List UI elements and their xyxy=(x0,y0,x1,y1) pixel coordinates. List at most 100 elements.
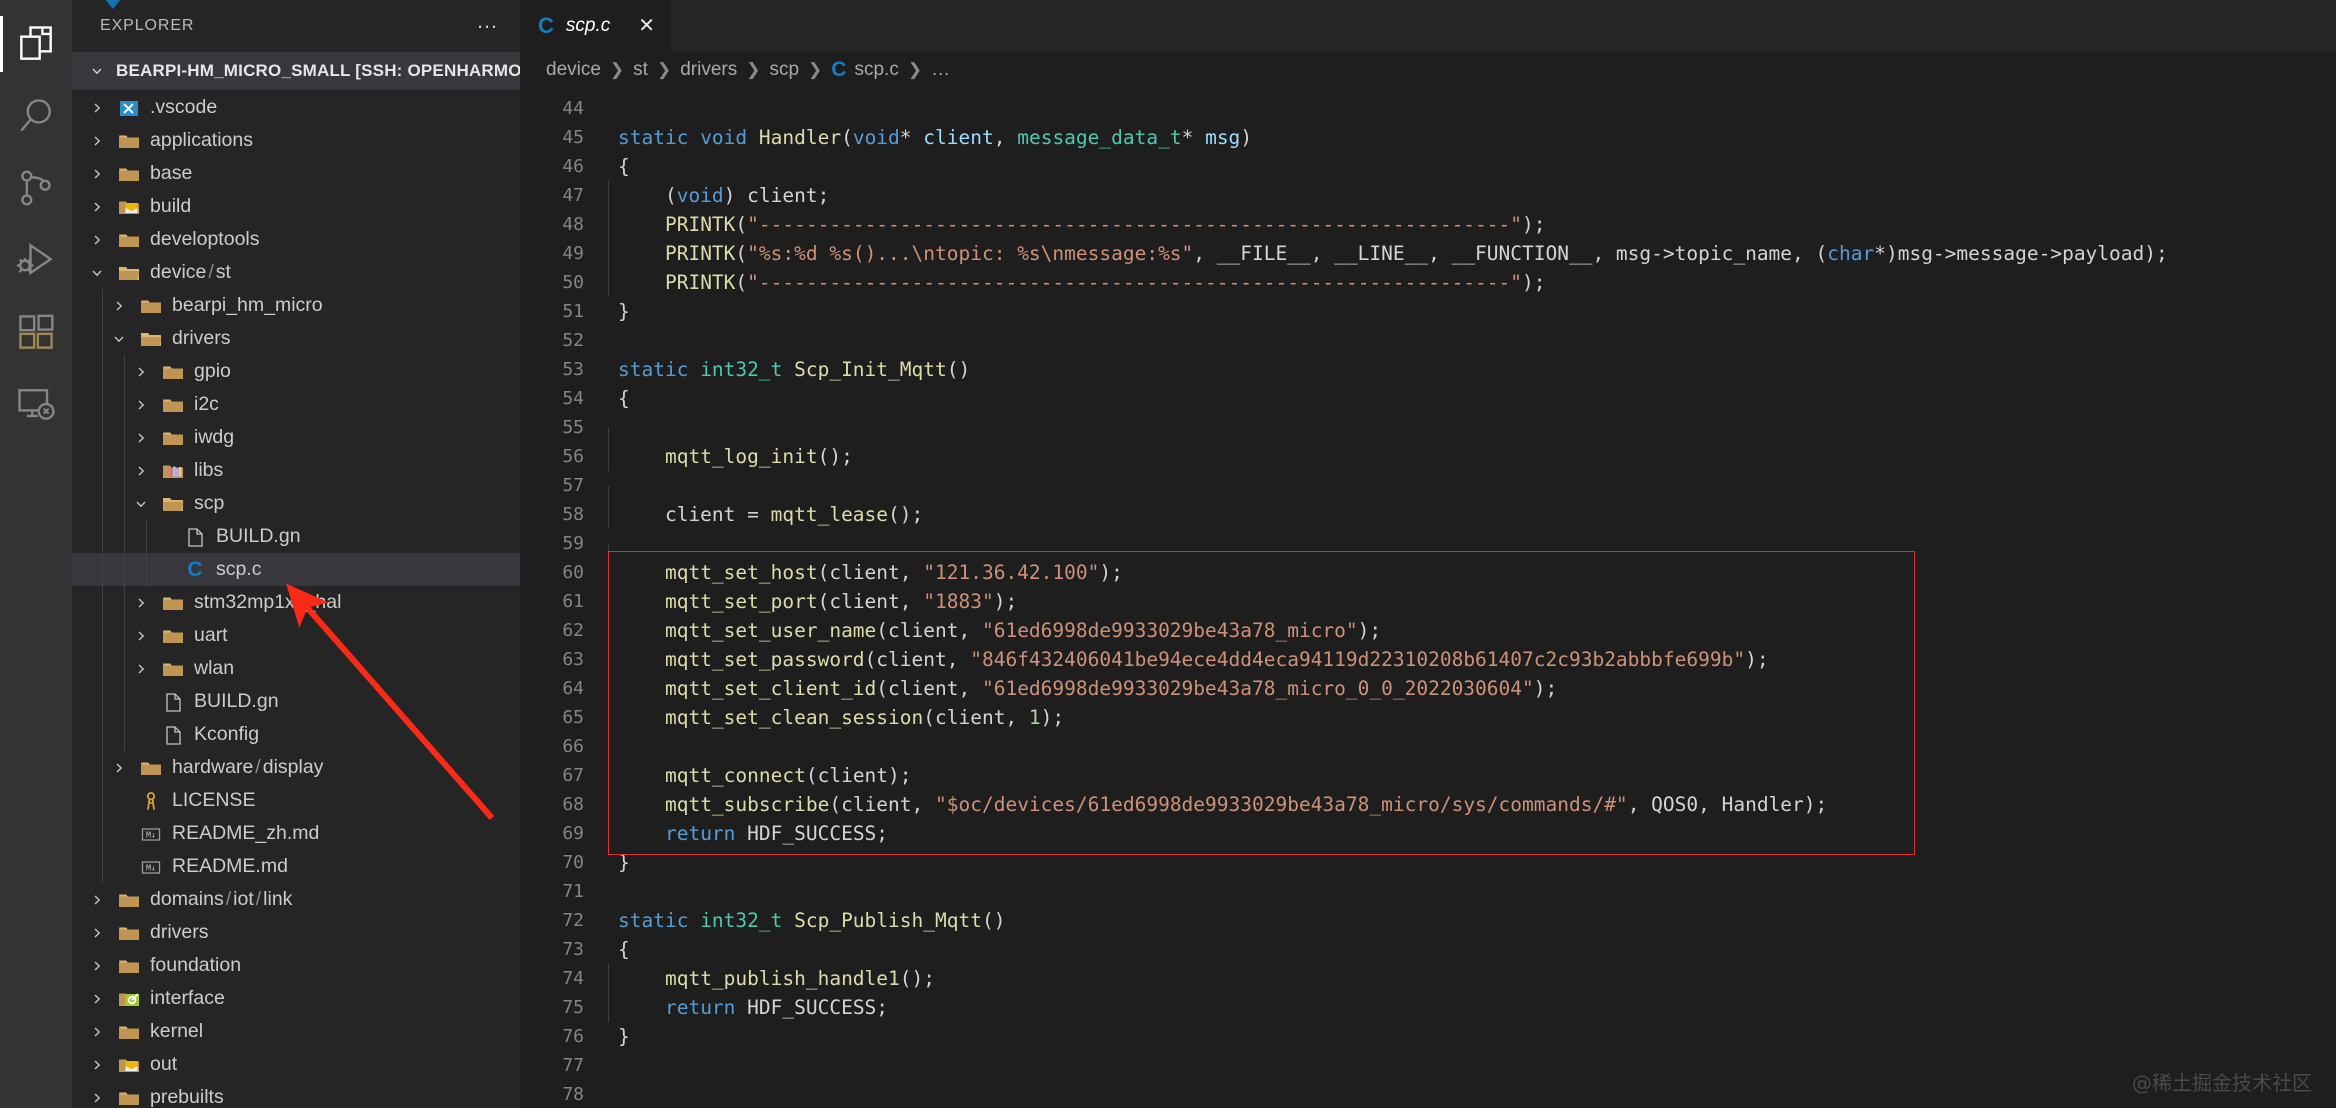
markdown-icon: M↓ xyxy=(139,856,163,878)
close-icon[interactable]: ✕ xyxy=(638,16,655,36)
code-line[interactable]: 49 PRINTK("%s:%d %s()...\ntopic: %s\nmes… xyxy=(520,239,2336,268)
tree-item-gpio[interactable]: gpio xyxy=(72,355,520,388)
indent-guide xyxy=(608,616,609,645)
code-editor[interactable]: 44 45 static void Handler(void* client, m… xyxy=(520,88,2336,1108)
code-line[interactable]: 55 xyxy=(520,413,2336,457)
code-line-text: mqtt_set_host(client, "121.36.42.100"); xyxy=(604,558,1123,587)
code-line[interactable]: 65 mqtt_set_clean_session(client, 1); xyxy=(520,703,2336,732)
tree-item-out[interactable]: out xyxy=(72,1048,520,1081)
tree-item-prebuilts[interactable]: prebuilts xyxy=(72,1081,520,1108)
code-line[interactable]: 74 mqtt_publish_handle1(); xyxy=(520,964,2336,993)
code-line[interactable]: 77 xyxy=(520,1051,2336,1080)
breadcrumb-item[interactable]: st xyxy=(633,59,648,81)
code-line[interactable]: 67 mqtt_connect(client); xyxy=(520,761,2336,790)
tree-item-kconfig[interactable]: Kconfig xyxy=(72,718,520,751)
tree-item-build[interactable]: build xyxy=(72,190,520,223)
line-number: 50 xyxy=(562,272,584,293)
code-line[interactable]: 63 mqtt_set_password(client, "846f432406… xyxy=(520,645,2336,674)
activitybar-item-search[interactable] xyxy=(0,80,72,152)
code-line[interactable]: 48 PRINTK("-----------------------------… xyxy=(520,210,2336,239)
breadcrumb-item[interactable]: device xyxy=(546,59,601,81)
tree-item-wlan[interactable]: wlan xyxy=(72,652,520,685)
code-line[interactable]: 59 xyxy=(520,529,2336,573)
workspace-root-row[interactable]: BEARPI-HM_MICRO_SMALL [SSH: OPENHARMONY] xyxy=(72,52,520,90)
tree-item-developtools[interactable]: developtools xyxy=(72,223,520,256)
indent-guide xyxy=(124,718,125,751)
breadcrumb-item[interactable]: drivers xyxy=(680,59,737,81)
tree-item-iwdg[interactable]: iwdg xyxy=(72,421,520,454)
tree-item-drivers[interactable]: drivers xyxy=(72,322,520,355)
code-line[interactable]: 70} xyxy=(520,848,2336,877)
indent-guide xyxy=(146,553,147,586)
activitybar-item-extensions[interactable] xyxy=(0,296,72,368)
tree-item-bearpi-hm-micro[interactable]: bearpi_hm_micro xyxy=(72,289,520,322)
tree-item-scp[interactable]: scp xyxy=(72,487,520,520)
tab-scp-c[interactable]: C scp.c ✕ xyxy=(520,0,673,52)
tree-item-device-st[interactable]: device / st xyxy=(72,256,520,289)
code-line[interactable]: 54 { xyxy=(520,384,2336,413)
breadcrumb[interactable]: device ❯ st ❯ drivers ❯ scp ❯ Cscp.c ❯… xyxy=(520,52,2336,88)
code-line[interactable]: 69 return HDF_SUCCESS; xyxy=(520,819,2336,848)
code-line[interactable]: 46 { xyxy=(520,152,2336,181)
tree-item-readme-zh-md[interactable]: M↓ README_zh.md xyxy=(72,817,520,850)
activitybar-item-source-control[interactable] xyxy=(0,152,72,224)
tree-item-domains-iot-link[interactable]: domains / iot / link xyxy=(72,883,520,916)
code-line[interactable]: 76} xyxy=(520,1022,2336,1051)
code-line[interactable]: 61 mqtt_set_port(client, "1883"); xyxy=(520,587,2336,616)
indent-guide xyxy=(102,652,103,685)
code-content[interactable]: 44 45 static void Handler(void* client, m… xyxy=(520,88,2336,1108)
activitybar-item-run-debug[interactable] xyxy=(0,224,72,296)
tree-item-stm32mp1xx-hal[interactable]: stm32mp1xx_hal xyxy=(72,586,520,619)
code-line[interactable]: 57 xyxy=(520,471,2336,515)
activitybar-item-remote-explorer[interactable] xyxy=(0,368,72,440)
code-line[interactable]: 62 mqtt_set_user_name(client, "61ed6998d… xyxy=(520,616,2336,645)
sidebar-more-actions-icon[interactable]: … xyxy=(476,10,500,36)
code-line[interactable]: 75 return HDF_SUCCESS; xyxy=(520,993,2336,1022)
folder-icon xyxy=(117,130,141,152)
code-line[interactable]: 68 mqtt_subscribe(client, "$oc/devices/6… xyxy=(520,790,2336,819)
code-line[interactable]: 45 static void Handler(void* client, mess… xyxy=(520,123,2336,152)
code-line[interactable]: 73 { xyxy=(520,935,2336,964)
breadcrumb-item[interactable]: scp xyxy=(769,59,799,81)
tree-item-drivers[interactable]: drivers xyxy=(72,916,520,949)
tree-item-libs[interactable]: libs xyxy=(72,454,520,487)
code-line[interactable]: 53 static int32_t Scp_Init_Mqtt() xyxy=(520,355,2336,384)
tree-item-label: .vscode xyxy=(150,95,218,118)
breadcrumb-item[interactable]: scp.c xyxy=(854,59,898,81)
watermark: @稀土掘金技术社区 xyxy=(2132,1071,2312,1095)
tree-item-applications[interactable]: applications xyxy=(72,124,520,157)
line-number: 53 xyxy=(562,359,584,380)
code-line[interactable]: 50 PRINTK("-----------------------------… xyxy=(520,268,2336,297)
tree-item-scp-c[interactable]: Cscp.c xyxy=(72,553,520,586)
code-line[interactable]: 66 xyxy=(520,732,2336,776)
tree-item-build-gn[interactable]: BUILD.gn xyxy=(72,685,520,718)
code-line[interactable]: 72 static int32_t Scp_Publish_Mqtt() xyxy=(520,906,2336,935)
tree-item-base[interactable]: base xyxy=(72,157,520,190)
code-line[interactable]: 56 mqtt_log_init(); xyxy=(520,442,2336,471)
tree-item-kernel[interactable]: kernel xyxy=(72,1015,520,1048)
code-line[interactable]: 64 mqtt_set_client_id(client, "61ed6998d… xyxy=(520,674,2336,703)
tree-item-foundation[interactable]: foundation xyxy=(72,949,520,982)
code-line[interactable]: 58 client = mqtt_lease(); xyxy=(520,500,2336,529)
code-line[interactable]: 52 xyxy=(520,326,2336,355)
breadcrumb-item[interactable]: … xyxy=(931,59,950,81)
tree-item-i2c[interactable]: i2c xyxy=(72,388,520,421)
tree-item-build-gn[interactable]: BUILD.gn xyxy=(72,520,520,553)
file-tree[interactable]: .vscode applications base build developtools… xyxy=(72,90,520,1108)
code-line[interactable]: 47 (void) client; xyxy=(520,181,2336,210)
code-line[interactable]: 60 mqtt_set_host(client, "121.36.42.100"… xyxy=(520,558,2336,587)
activitybar-item-explorer[interactable] xyxy=(0,8,72,80)
tree-item--vscode[interactable]: .vscode xyxy=(72,91,520,124)
folder-icon xyxy=(117,889,141,911)
code-line-text: mqtt_publish_handle1(); xyxy=(604,964,935,993)
code-line[interactable]: 51} xyxy=(520,297,2336,326)
tree-item-readme-md[interactable]: M↓ README.md xyxy=(72,850,520,883)
indent-guide xyxy=(608,674,609,703)
tree-item-interface[interactable]: interface xyxy=(72,982,520,1015)
code-line[interactable]: 44 xyxy=(520,94,2336,123)
tree-item-license[interactable]: LICENSE xyxy=(72,784,520,817)
code-line[interactable]: 78 xyxy=(520,1080,2336,1108)
tree-item-uart[interactable]: uart xyxy=(72,619,520,652)
code-line[interactable]: 71 xyxy=(520,877,2336,906)
tree-item-hardware-display[interactable]: hardware / display xyxy=(72,751,520,784)
